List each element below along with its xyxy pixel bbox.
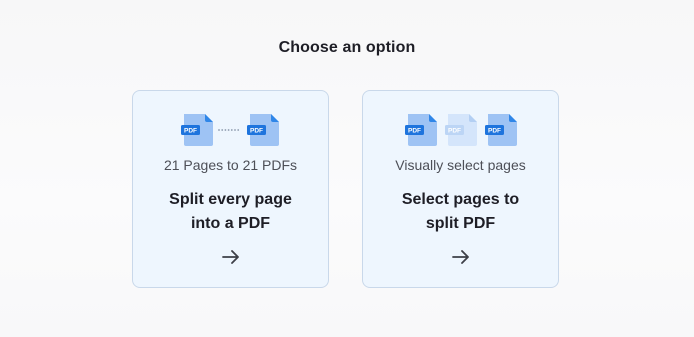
option-heading-line: into a PDF bbox=[190, 215, 271, 232]
pdf-file-icon: PDF bbox=[404, 114, 437, 146]
pdf-file-icon: PDF bbox=[180, 114, 213, 146]
arrow-right-icon[interactable] bbox=[451, 247, 471, 267]
option-heading-line: split PDF bbox=[425, 215, 496, 232]
svg-text:PDF: PDF bbox=[448, 128, 461, 135]
svg-text:PDF: PDF bbox=[488, 128, 501, 135]
arrow-right-icon[interactable] bbox=[221, 247, 241, 267]
option-subtitle: Visually select pages bbox=[395, 157, 526, 173]
page-title: Choose an option bbox=[278, 39, 416, 56]
option-heading-line: Split every page bbox=[169, 191, 292, 208]
svg-text:PDF: PDF bbox=[184, 128, 197, 135]
option-heading-line: Select pages to bbox=[401, 191, 520, 208]
option-subtitle: 21 Pages to 21 PDFs bbox=[163, 157, 298, 173]
pdf-file-icon: PDF bbox=[246, 114, 279, 146]
dotted-connector-icon bbox=[217, 129, 239, 131]
option-heading: Split every page into a PDF bbox=[133, 188, 328, 236]
option-illustration: PDF PDF bbox=[133, 112, 328, 148]
split-every-page-option-card[interactable]: PDF PDF 21 Pages to 21 PDFs Split every … bbox=[132, 90, 329, 288]
option-heading: Select pages to split PDF bbox=[363, 188, 558, 236]
option-illustration: PDF PDF PDF bbox=[363, 112, 558, 148]
pdf-file-faded-icon: PDF bbox=[444, 114, 477, 146]
pdf-file-icon: PDF bbox=[484, 114, 517, 146]
svg-text:PDF: PDF bbox=[408, 128, 421, 135]
select-pages-option-card[interactable]: PDF PDF PDF Visually select pages Select… bbox=[362, 90, 559, 288]
svg-text:PDF: PDF bbox=[250, 128, 263, 135]
